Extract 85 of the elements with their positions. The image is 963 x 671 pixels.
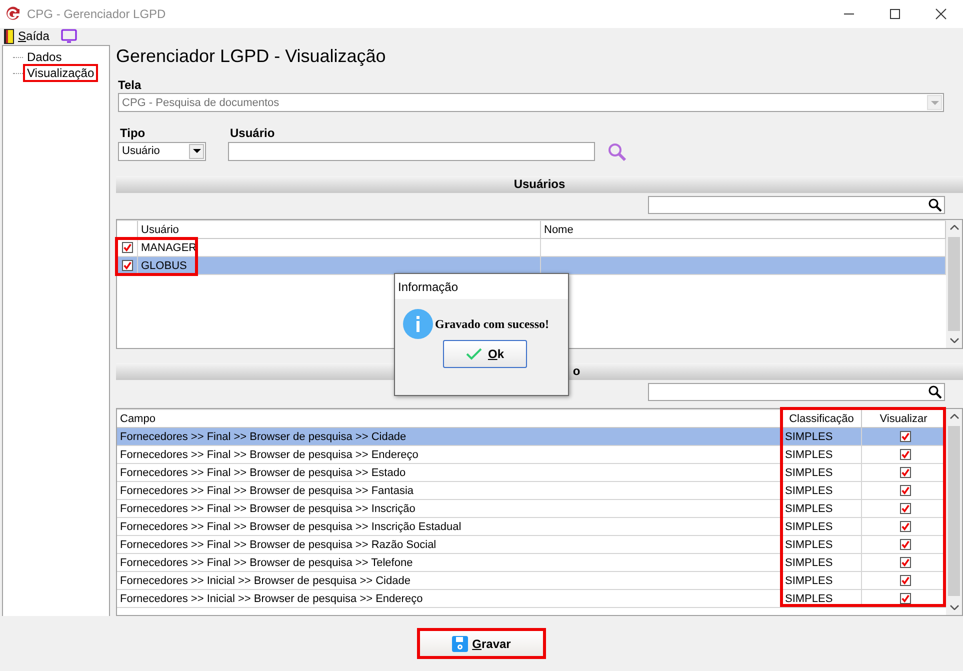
table-row[interactable]: Fornecedores >> Inicial >> Browser de pesquisa >> Cidade SIMPLES — [117, 572, 946, 590]
field-label: Tela — [117, 78, 142, 94]
filter-search-field[interactable] — [648, 196, 945, 214]
tree-item[interactable]: Visualização — [23, 64, 98, 82]
save-button[interactable]: Gravar — [417, 628, 546, 659]
table-cell: Fornecedores >> Final >> Browser de pesquisa >> Estado — [117, 464, 782, 482]
table-cell: SIMPLES — [782, 464, 862, 482]
tree-item[interactable]: Dados — [23, 48, 66, 66]
user-input-field[interactable] — [228, 142, 595, 162]
checkbox[interactable] — [900, 431, 910, 442]
table-cell: Fornecedores >> Final >> Browser de pesquisa >> Fantasia — [117, 482, 782, 500]
table-cell: Fornecedores >> Final >> Browser de pesquisa >> Telefone — [117, 554, 782, 572]
table-row[interactable]: Fornecedores >> Final >> Browser de pesquisa >> Fantasia SIMPLES — [117, 482, 946, 500]
table-row[interactable]: Fornecedores >> Final >> Browser de pesquisa >> Inscrição Estadual SIMPLES — [117, 518, 946, 536]
table-cell: Fornecedores >> Final >> Browser de pesquisa >> Inscrição Estadual — [117, 518, 782, 536]
table-cell: Fornecedores >> Inicial >> Browser de pesquisa >> Cidade — [117, 572, 782, 590]
table-cell: Fornecedores >> Inicial >> Browser de pesquisa >> Endereço — [117, 590, 782, 608]
close-icon[interactable] — [935, 8, 947, 20]
column-header[interactable]: Classificação — [782, 410, 862, 428]
search-icon[interactable] — [607, 142, 627, 162]
scroll-down-icon[interactable] — [950, 605, 958, 610]
column-header[interactable]: Usuário — [138, 221, 541, 238]
table-cell: SIMPLES — [782, 482, 862, 500]
checkbox[interactable] — [900, 539, 910, 550]
table-cell: Fornecedores >> Final >> Browser de pesquisa >> Razão Social — [117, 536, 782, 554]
checkbox[interactable] — [122, 242, 132, 254]
checkbox[interactable] — [900, 467, 910, 478]
table-cell: SIMPLES — [782, 446, 862, 464]
table-cell: MANAGER — [138, 239, 541, 256]
table-row[interactable]: Fornecedores >> Inicial >> Browser de pesquisa >> Endereço SIMPLES — [117, 590, 946, 608]
table-row[interactable]: Fornecedores >> Final >> Browser de pesquisa >> Inscrição SIMPLES — [117, 500, 946, 518]
checkbox[interactable] — [900, 449, 910, 460]
table-row[interactable]: GLOBUS — [117, 257, 946, 276]
app-logo-icon — [5, 6, 21, 22]
checkbox[interactable] — [900, 593, 910, 604]
type-dropdown[interactable]: Usuário — [118, 142, 206, 161]
table-cell: Fornecedores >> Final >> Browser de pesquisa >> Endereço — [117, 446, 782, 464]
search-icon — [928, 385, 942, 400]
checkbox[interactable] — [900, 485, 910, 496]
info-icon — [403, 309, 433, 339]
vertical-scrollbar[interactable] — [946, 220, 962, 348]
scroll-down-icon[interactable] — [950, 338, 958, 343]
table-row[interactable]: Fornecedores >> Final >> Browser de pesquisa >> Telefone SIMPLES — [117, 554, 946, 572]
column-header[interactable]: Campo — [117, 410, 782, 428]
section-title: o — [572, 364, 580, 378]
checkbox[interactable] — [900, 521, 910, 532]
table-row[interactable]: Fornecedores >> Final >> Browser de pesquisa >> Cidade SIMPLES — [117, 428, 946, 446]
scroll-up-icon[interactable] — [950, 225, 958, 230]
maximize-icon[interactable] — [889, 8, 901, 20]
caret-icon — [192, 149, 200, 154]
filter-search-field[interactable] — [648, 383, 945, 402]
field-label: Usuário — [229, 126, 276, 142]
table-cell: SIMPLES — [782, 554, 862, 572]
screen-dropdown[interactable]: CPG - Pesquisa de documentos — [118, 93, 944, 112]
dialog-message: Gravado com sucesso! — [435, 316, 549, 332]
table-cell: SIMPLES — [782, 500, 862, 518]
section-title: Usuários — [514, 177, 566, 192]
field-label: Tipo — [119, 126, 146, 142]
scroll-up-icon[interactable] — [950, 414, 958, 420]
search-icon — [928, 198, 942, 212]
door-icon[interactable] — [4, 28, 14, 44]
table-cell: SIMPLES — [782, 590, 862, 608]
checkbox[interactable] — [900, 557, 910, 568]
table-cell: SIMPLES — [782, 518, 862, 536]
check-icon — [466, 348, 482, 360]
vertical-scrollbar[interactable] — [946, 409, 962, 615]
table-row[interactable]: Fornecedores >> Final >> Browser de pesquisa >> Razão Social SIMPLES — [117, 536, 946, 554]
ok-button[interactable]: Ok — [443, 340, 527, 368]
dialog-title: Informação — [395, 274, 568, 299]
checkbox[interactable] — [122, 260, 132, 272]
table-row[interactable]: Fornecedores >> Final >> Browser de pesquisa >> Endereço SIMPLES — [117, 446, 946, 464]
caret-icon — [930, 100, 938, 105]
table-cell: SIMPLES — [782, 572, 862, 590]
table-cell: Fornecedores >> Final >> Browser de pesquisa >> Inscrição — [117, 500, 782, 518]
table-row[interactable]: MANAGER — [117, 239, 946, 258]
menu-item[interactable]: Saída — [18, 29, 50, 43]
checkbox[interactable] — [900, 503, 910, 514]
window-title: CPG - Gerenciador LGPD — [27, 7, 166, 21]
table-cell: SIMPLES — [782, 536, 862, 554]
page-title: Gerenciador LGPD - Visualização — [116, 45, 387, 68]
monitor-icon[interactable] — [61, 29, 78, 43]
checkbox[interactable] — [900, 575, 910, 586]
table-row[interactable]: Fornecedores >> Final >> Browser de pesquisa >> Estado SIMPLES — [117, 464, 946, 482]
table-cell: SIMPLES — [782, 428, 862, 446]
table-cell: Fornecedores >> Final >> Browser de pesquisa >> Cidade — [117, 428, 782, 446]
